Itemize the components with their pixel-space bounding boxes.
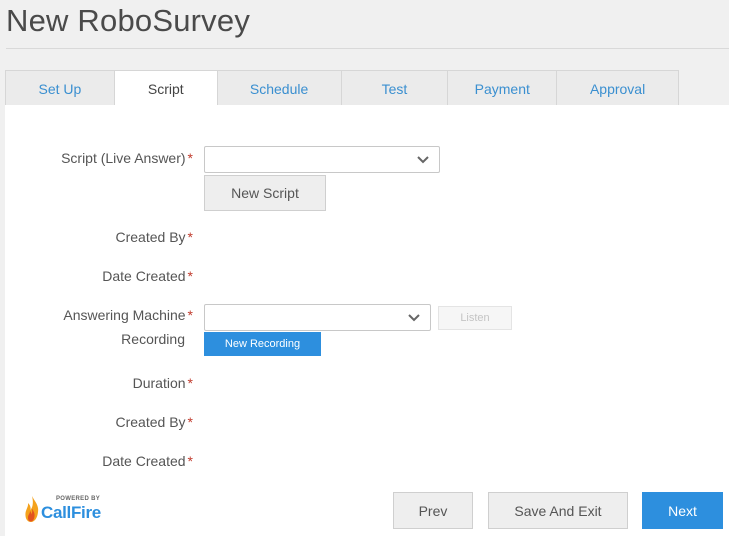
required-mark: * — [187, 453, 193, 469]
chevron-down-icon — [408, 313, 420, 321]
listen-button[interactable]: Listen — [438, 306, 512, 330]
tab-payment[interactable]: Payment — [448, 71, 558, 106]
tab-script[interactable]: Script — [114, 71, 218, 107]
new-recording-button[interactable]: New Recording — [204, 332, 321, 356]
required-mark: * — [187, 150, 193, 166]
script-live-answer-label: Script (Live Answer) * — [61, 150, 193, 166]
recording-created-by-label: Created By * — [115, 414, 194, 430]
tab-setup[interactable]: Set Up — [6, 71, 115, 106]
page-title: New RoboSurvey — [6, 3, 251, 38]
required-mark: * — [187, 414, 193, 430]
save-and-exit-button[interactable]: Save And Exit — [488, 492, 628, 529]
script-select[interactable] — [204, 146, 440, 173]
recording-select[interactable] — [204, 304, 431, 331]
recording-label: Recording — [121, 331, 185, 347]
required-mark: * — [187, 268, 193, 284]
prev-button[interactable]: Prev — [393, 492, 473, 529]
new-script-button[interactable]: New Script — [204, 175, 326, 211]
required-mark: * — [187, 375, 193, 391]
answering-machine-label: Answering Machine * — [63, 307, 193, 323]
date-created-label: Date Created * — [102, 268, 193, 284]
callfire-logo: POWERED BY CallFire — [24, 494, 104, 526]
next-button[interactable]: Next — [642, 492, 723, 529]
wizard-tabs: Set Up Script Schedule Test Payment Appr… — [5, 70, 679, 107]
logo-brand: CallFire — [41, 503, 101, 522]
created-by-label: Created By * — [115, 229, 194, 245]
logo-powered-by: POWERED BY — [56, 496, 101, 502]
tab-test[interactable]: Test — [341, 71, 449, 106]
title-divider — [6, 48, 729, 49]
required-mark: * — [187, 229, 193, 245]
chevron-down-icon — [417, 155, 429, 163]
flame-icon — [25, 496, 39, 522]
recording-date-created-label: Date Created * — [102, 453, 193, 469]
required-mark: * — [187, 307, 193, 323]
tab-approval[interactable]: Approval — [557, 71, 679, 106]
tab-schedule[interactable]: Schedule — [217, 71, 342, 106]
duration-label: Duration * — [132, 375, 193, 391]
